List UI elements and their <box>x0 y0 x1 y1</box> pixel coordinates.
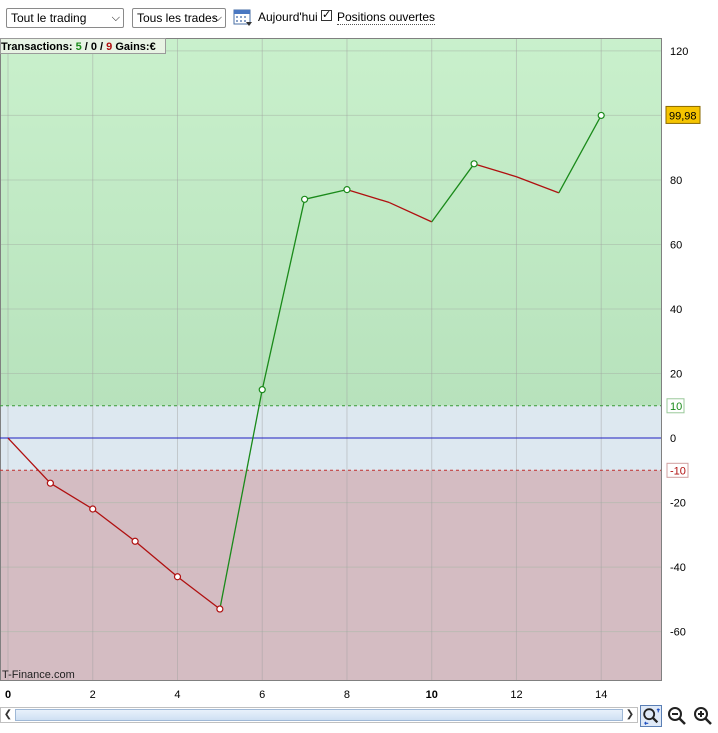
equity-chart: 120 80 60 40 20 0 -20 -40 -60 10 -10 99,98 0 2 4 6 8 10 12… <box>0 38 701 701</box>
trading-scope-select[interactable]: Tout le trading ⌵ <box>6 8 124 28</box>
data-point <box>470 160 478 168</box>
loss-zone <box>0 470 661 680</box>
current-value-label: 99,98 <box>669 110 697 122</box>
data-point <box>301 195 309 203</box>
chevron-down-icon: ⌵ <box>213 12 222 24</box>
separator: / <box>97 41 106 53</box>
data-point <box>216 605 224 613</box>
chart-area: 120 80 60 40 20 0 -20 -40 -60 10 -10 99,98 0 2 4 6 8 10 12… <box>0 36 718 730</box>
y-tick-label: 0 <box>670 433 676 445</box>
zoom-in-icon[interactable] <box>692 705 714 727</box>
y-tick-label: 60 <box>670 239 682 251</box>
trading-scope-value: Tout le trading <box>11 11 87 25</box>
profit-zone <box>0 38 661 406</box>
data-point <box>597 111 605 120</box>
y-tick-label: 20 <box>670 369 682 381</box>
data-point <box>343 186 351 194</box>
x-tick-label: 10 <box>426 689 438 701</box>
transactions-summary: Transactions: 5 / 0 / 9 Gains:€ <box>1 41 156 53</box>
y-tick-label: -60 <box>670 627 686 639</box>
x-tick-label: 6 <box>259 689 265 701</box>
x-tick-label: 14 <box>595 689 607 701</box>
x-tick-label: 0 <box>5 689 11 701</box>
zoom-out-icon[interactable] <box>666 705 688 727</box>
zone-upper-label: 10 <box>670 401 682 413</box>
x-tick-label: 8 <box>344 689 350 701</box>
y-tick-label: 120 <box>670 46 688 58</box>
gains-label: Gains: <box>112 41 149 53</box>
zone-lower-label: -10 <box>670 465 686 477</box>
y-tick-label: 80 <box>670 175 682 187</box>
trades-filter-value: Tous les trades <box>137 11 218 25</box>
today-label[interactable]: Aujourd'hui <box>258 10 318 24</box>
zoom-auto-icon[interactable] <box>640 705 662 727</box>
calendar-icon[interactable] <box>233 7 253 27</box>
separator: / <box>82 41 91 53</box>
data-point <box>173 573 182 581</box>
y-tick-label: -20 <box>670 498 686 510</box>
y-tick-label: -40 <box>670 562 686 574</box>
data-point <box>89 505 97 513</box>
data-point <box>131 537 139 545</box>
scroll-right-icon[interactable]: ❯ <box>623 708 637 722</box>
data-point <box>258 386 266 394</box>
open-positions-checkbox[interactable]: ✓ <box>321 10 332 21</box>
scroll-left-icon[interactable]: ❮ <box>1 708 15 722</box>
x-tick-label: 12 <box>510 689 522 701</box>
toolbar: Tout le trading ⌵ Tous les trades ⌵ Aujo… <box>0 0 718 36</box>
watermark: T-Finance.com <box>2 669 75 681</box>
horizontal-scrollbar[interactable]: ❮ ❯ <box>0 707 638 723</box>
x-tick-label: 4 <box>174 689 180 701</box>
scroll-thumb[interactable] <box>15 709 623 721</box>
trades-filter-select[interactable]: Tous les trades ⌵ <box>132 8 226 28</box>
gains-value: € <box>150 41 156 53</box>
open-positions-label[interactable]: Positions ouvertes <box>337 11 436 25</box>
x-tick-label: 2 <box>90 689 96 701</box>
y-tick-label: 40 <box>670 304 682 316</box>
transactions-label: Transactions: <box>1 41 76 53</box>
chevron-down-icon: ⌵ <box>111 12 120 24</box>
data-point <box>46 479 54 487</box>
